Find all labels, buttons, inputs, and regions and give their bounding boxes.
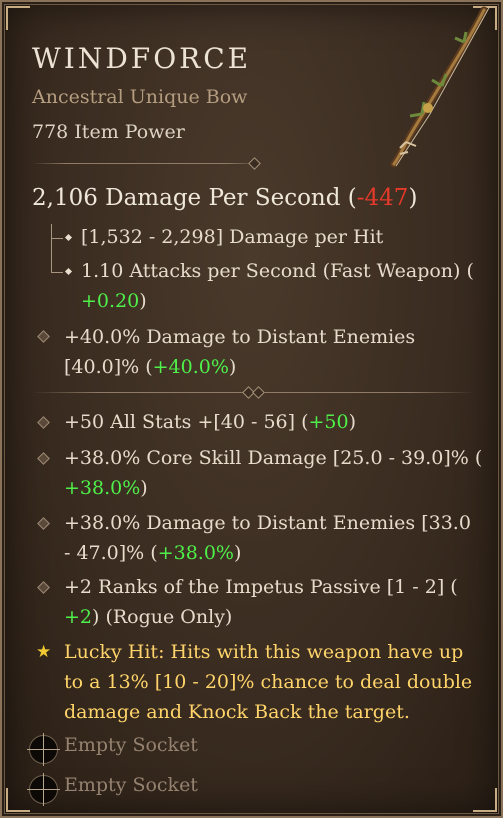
divider <box>32 386 475 399</box>
affix-bullet-icon <box>37 581 50 594</box>
affix-impetus-passive-line2: +2) (Rogue Only) <box>64 606 233 628</box>
affix-core-skill-line2: +38.0%) <box>64 477 148 499</box>
implicit-line2: [40.0]% (+40.0%) <box>64 352 236 382</box>
affix-bullet-icon <box>37 416 50 429</box>
attack-speed-line1: 1.10 Attacks per Second (Fast Weapon) ( <box>81 260 474 282</box>
bow-icon <box>390 5 491 168</box>
dps-open: ( <box>340 185 357 211</box>
item-tooltip: WINDFORCE Ancestral Unique Bow 778 Item … <box>0 0 503 818</box>
affix-impetus-passive: +2 Ranks of the Impetus Passive [1 - 2] … <box>64 576 458 598</box>
unique-power-line1: Lucky Hit: Hits with this weapon have up <box>64 641 464 663</box>
affix-distant-enemies-line2: - 47.0]% (+38.0%) <box>64 542 242 564</box>
affix-delta: +2 <box>64 606 93 628</box>
dps-tree-line <box>51 224 52 272</box>
implicit-close: ) <box>228 356 237 378</box>
tree-dot-icon <box>64 233 73 242</box>
dps-close: ) <box>408 185 418 211</box>
affix-delta: +38.0% <box>157 542 234 564</box>
affix-bullet-icon <box>37 452 50 465</box>
frame-corner <box>6 788 30 812</box>
affix-distant-enemies: +38.0% Damage to Distant Enemies [33.0 <box>64 512 471 534</box>
item-name: WINDFORCE <box>32 42 252 75</box>
affix-core-skill: +38.0% Core Skill Damage [25.0 - 39.0]% … <box>64 447 483 469</box>
damage-per-hit: [1,532 - 2,298] Damage per Hit <box>81 226 384 248</box>
affix-delta: +50 <box>308 411 349 433</box>
dps-value: 2,106 Damage Per Second <box>32 185 341 211</box>
affix-bullet-icon <box>37 517 50 530</box>
star-icon: ★ <box>36 642 52 662</box>
item-type: Ancestral Unique Bow <box>32 86 248 108</box>
item-power: 778 Item Power <box>32 121 185 143</box>
attack-speed-close: ) <box>139 290 147 312</box>
tree-branch <box>51 238 63 239</box>
dps-delta: -447 <box>356 185 409 211</box>
socket-label: Empty Socket <box>64 734 198 756</box>
unique-power-line2: to a 13% [10 - 20]% chance to deal doubl… <box>64 671 473 693</box>
unique-power-line3: damage and Knock Back the target. <box>64 701 410 723</box>
socket-icon[interactable] <box>27 733 60 766</box>
frame-corner <box>6 6 30 30</box>
socket-icon[interactable] <box>27 773 60 806</box>
attack-speed-line2: +0.20) <box>81 286 147 316</box>
tree-branch <box>51 272 63 273</box>
divider <box>32 157 262 170</box>
affix-all-stats: +50 All Stats +[40 - 56] (+50) <box>64 411 357 433</box>
affix-bullet-icon <box>37 330 50 343</box>
implicit-delta: +40.0% <box>152 356 229 378</box>
frame-corner <box>473 788 497 812</box>
affix-delta: +38.0% <box>64 477 141 499</box>
implicit-line1: +40.0% Damage to Distant Enemies <box>64 326 416 348</box>
socket-label: Empty Socket <box>64 774 198 796</box>
implicit-range: [40.0]% ( <box>64 356 153 378</box>
attack-speed-delta: +0.20 <box>81 290 140 312</box>
dps-line: 2,106 Damage Per Second (-447) <box>32 185 417 211</box>
tree-dot-icon <box>64 267 73 276</box>
